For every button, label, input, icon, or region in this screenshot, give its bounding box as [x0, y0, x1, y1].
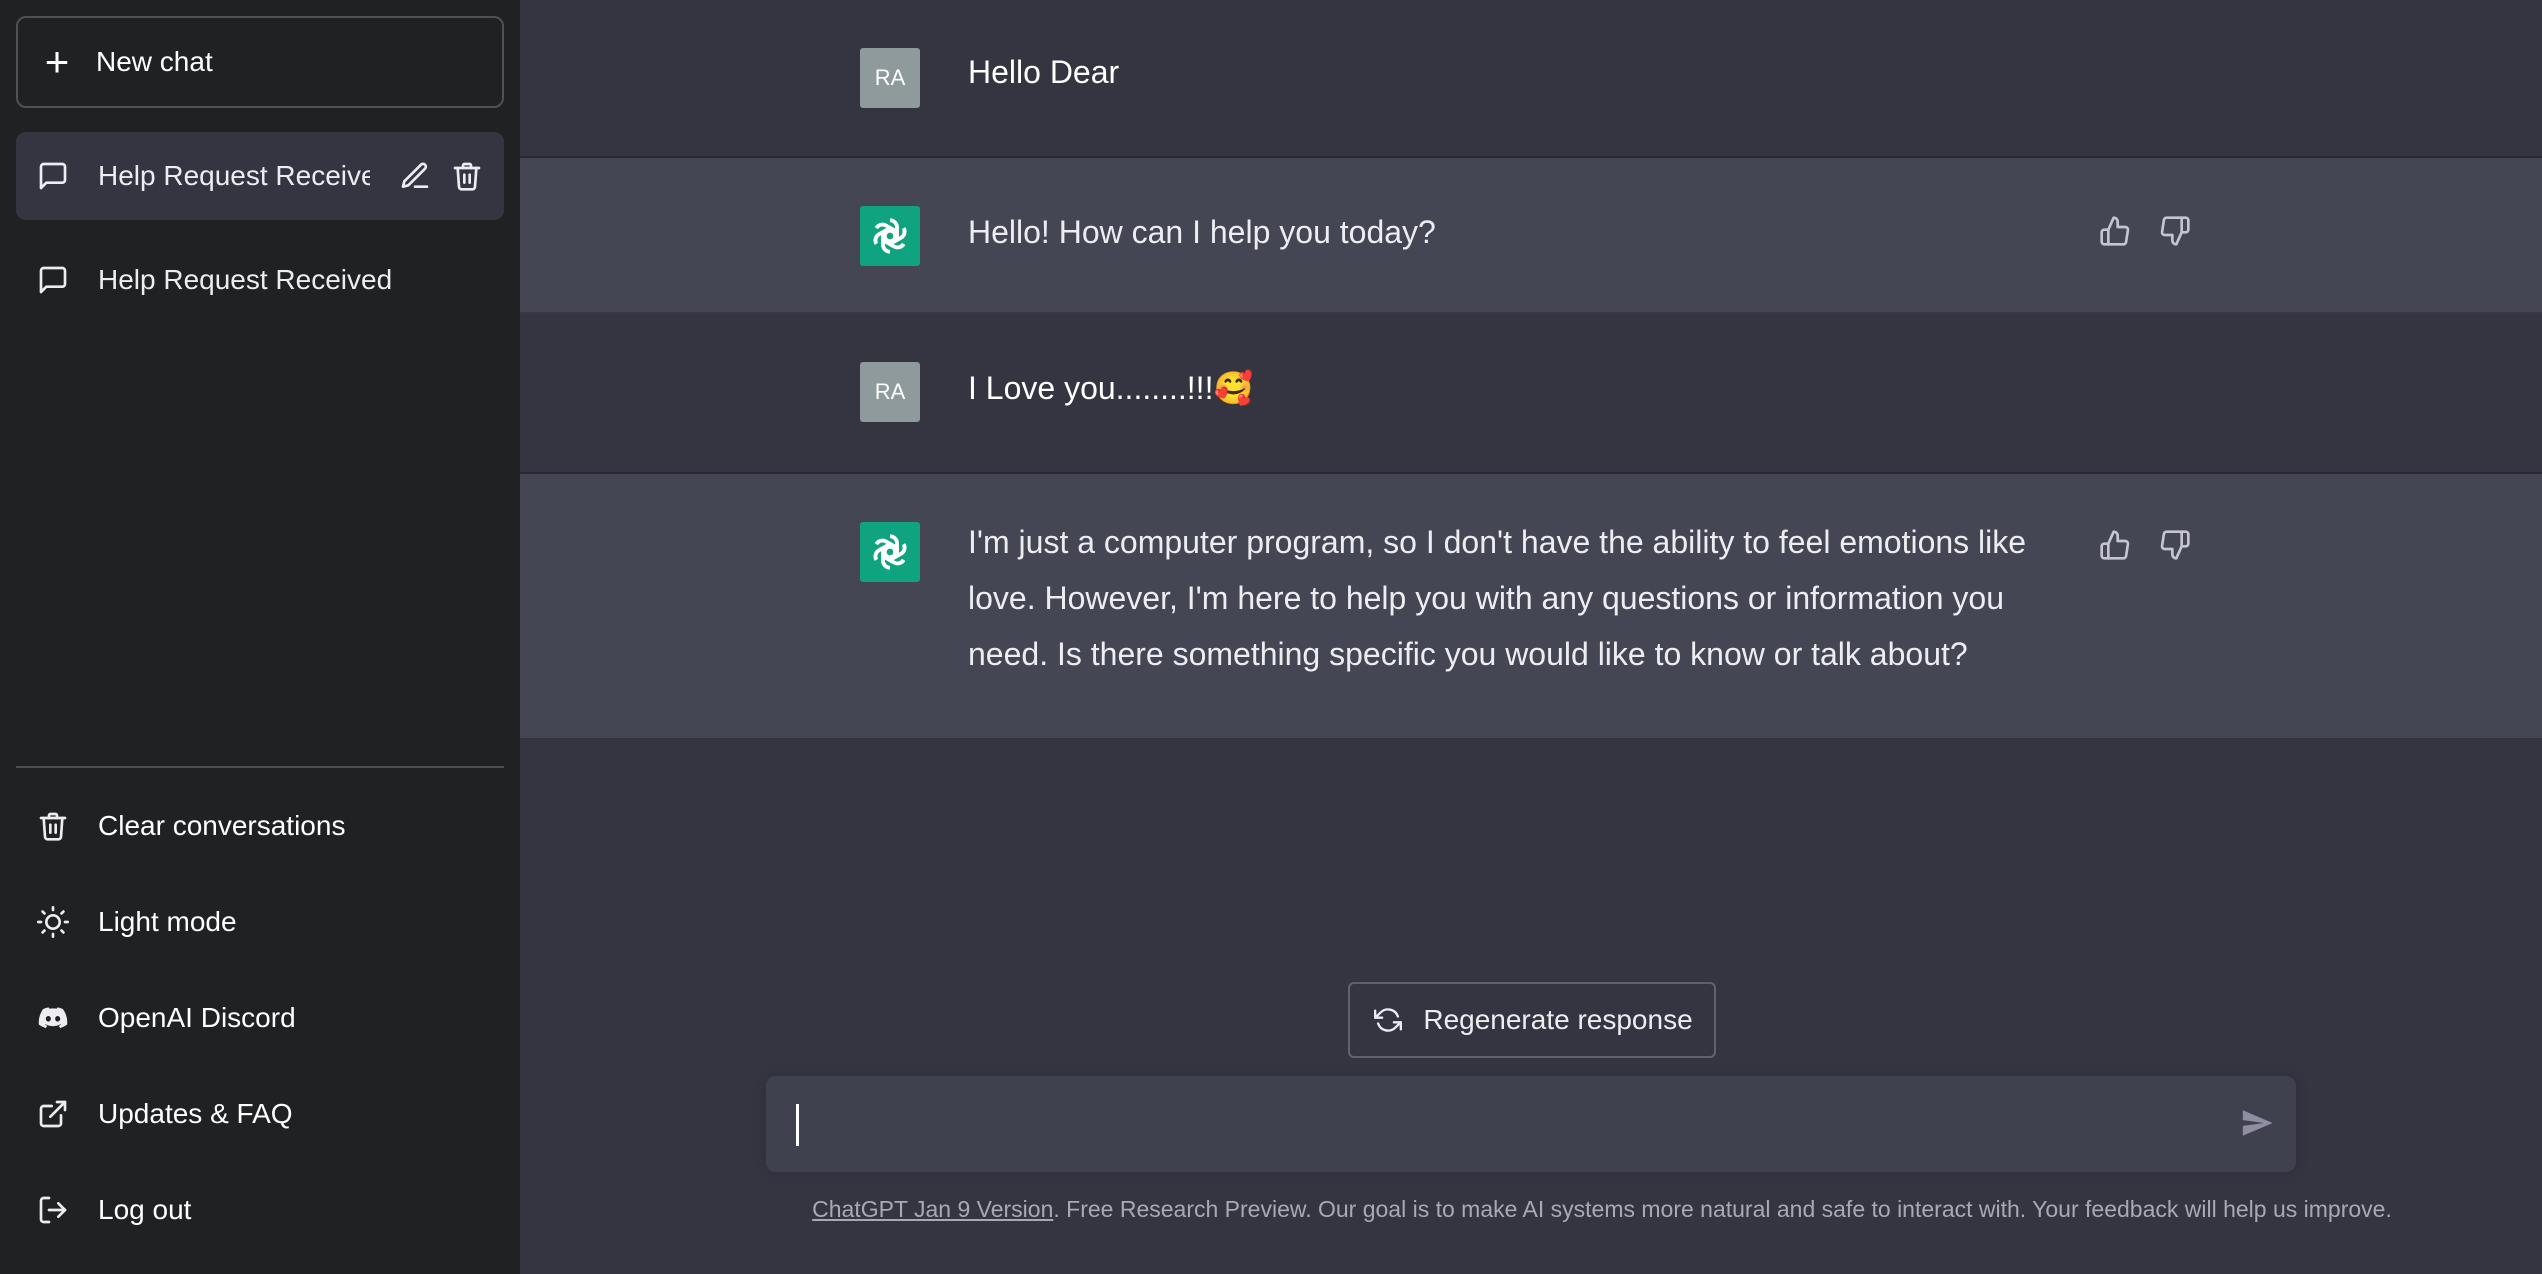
menu-label: OpenAI Discord [98, 1002, 296, 1033]
chatgpt-avatar [860, 522, 920, 582]
openai-logo-icon [873, 218, 907, 254]
openai-logo-icon [873, 534, 907, 570]
chat-bubble-icon [36, 263, 70, 297]
menu-label: Light mode [98, 906, 237, 937]
thumbs-down-icon[interactable] [2158, 528, 2192, 562]
app: + New chat Help Request Receive Help Req… [0, 0, 2542, 1274]
message-text: Hello! How can I help you today? [968, 214, 1436, 250]
sidebar: + New chat Help Request Receive Help Req… [0, 0, 520, 1274]
text-cursor [796, 1104, 799, 1146]
sun-icon [36, 905, 70, 939]
new-chat-label: New chat [96, 46, 213, 77]
openai-discord-link[interactable]: OpenAI Discord [16, 970, 504, 1066]
edit-icon[interactable] [398, 159, 432, 193]
trash-icon [36, 809, 70, 843]
message-row-user: RA Hello Dear [520, 0, 2542, 158]
message-input[interactable] [794, 1098, 2214, 1150]
conversation-item-active[interactable]: Help Request Receive [16, 132, 504, 220]
message-text: I'm just a computer program, so I don't … [968, 524, 2027, 672]
chatgpt-avatar [860, 206, 920, 266]
footer-text: . Free Research Preview. Our goal is to … [1053, 1196, 2392, 1222]
external-link-icon [36, 1097, 70, 1131]
menu-label: Updates & FAQ [98, 1098, 293, 1129]
conversation-title: Help Request Receive [98, 160, 370, 191]
refresh-icon [1371, 1003, 1405, 1037]
logout-icon [36, 1193, 70, 1227]
message-row-assistant: Hello! How can I help you today? [520, 158, 2542, 314]
user-avatar: RA [860, 48, 920, 108]
log-out-button[interactable]: Log out [16, 1162, 504, 1258]
thumbs-up-icon[interactable] [2098, 214, 2132, 248]
feedback-buttons [2098, 528, 2192, 562]
light-mode-button[interactable]: Light mode [16, 874, 504, 970]
sidebar-divider [16, 766, 504, 768]
conversation-item[interactable]: Help Request Received [16, 236, 504, 324]
regenerate-response-button[interactable]: Regenerate response [1348, 982, 1716, 1058]
message-input-container [766, 1076, 2296, 1172]
chat-main: RA Hello Dear Hello! How can I help you … [520, 0, 2542, 1274]
discord-icon [36, 1001, 70, 1035]
new-chat-button[interactable]: + New chat [16, 16, 504, 108]
message-row-assistant: I'm just a computer program, so I don't … [520, 474, 2542, 738]
menu-label: Log out [98, 1194, 192, 1225]
feedback-buttons [2098, 214, 2192, 248]
thumbs-down-icon[interactable] [2158, 214, 2192, 248]
version-link[interactable]: ChatGPT Jan 9 Version [812, 1196, 1053, 1222]
delete-icon[interactable] [450, 159, 484, 193]
message-text: Hello Dear [968, 54, 1120, 90]
message-row-user: RA I Love you........!!!🥰 [520, 314, 2542, 474]
conversation-title: Help Request Received [98, 264, 393, 295]
chat-bubble-icon [36, 159, 70, 193]
thumbs-up-icon[interactable] [2098, 528, 2132, 562]
plus-icon: + [44, 38, 70, 85]
clear-conversations-button[interactable]: Clear conversations [16, 778, 504, 874]
menu-label: Clear conversations [98, 810, 346, 841]
message-text: I Love you........!!!🥰 [968, 370, 1254, 406]
regenerate-label: Regenerate response [1423, 1004, 1693, 1035]
conversation-list: Help Request Receive Help Request Receiv… [16, 132, 504, 766]
send-icon[interactable] [2240, 1106, 2274, 1140]
user-avatar: RA [860, 362, 920, 422]
updates-faq-link[interactable]: Updates & FAQ [16, 1066, 504, 1162]
conversation-actions [398, 159, 484, 193]
footer-disclaimer: ChatGPT Jan 9 Version. Free Research Pre… [520, 1196, 2542, 1223]
